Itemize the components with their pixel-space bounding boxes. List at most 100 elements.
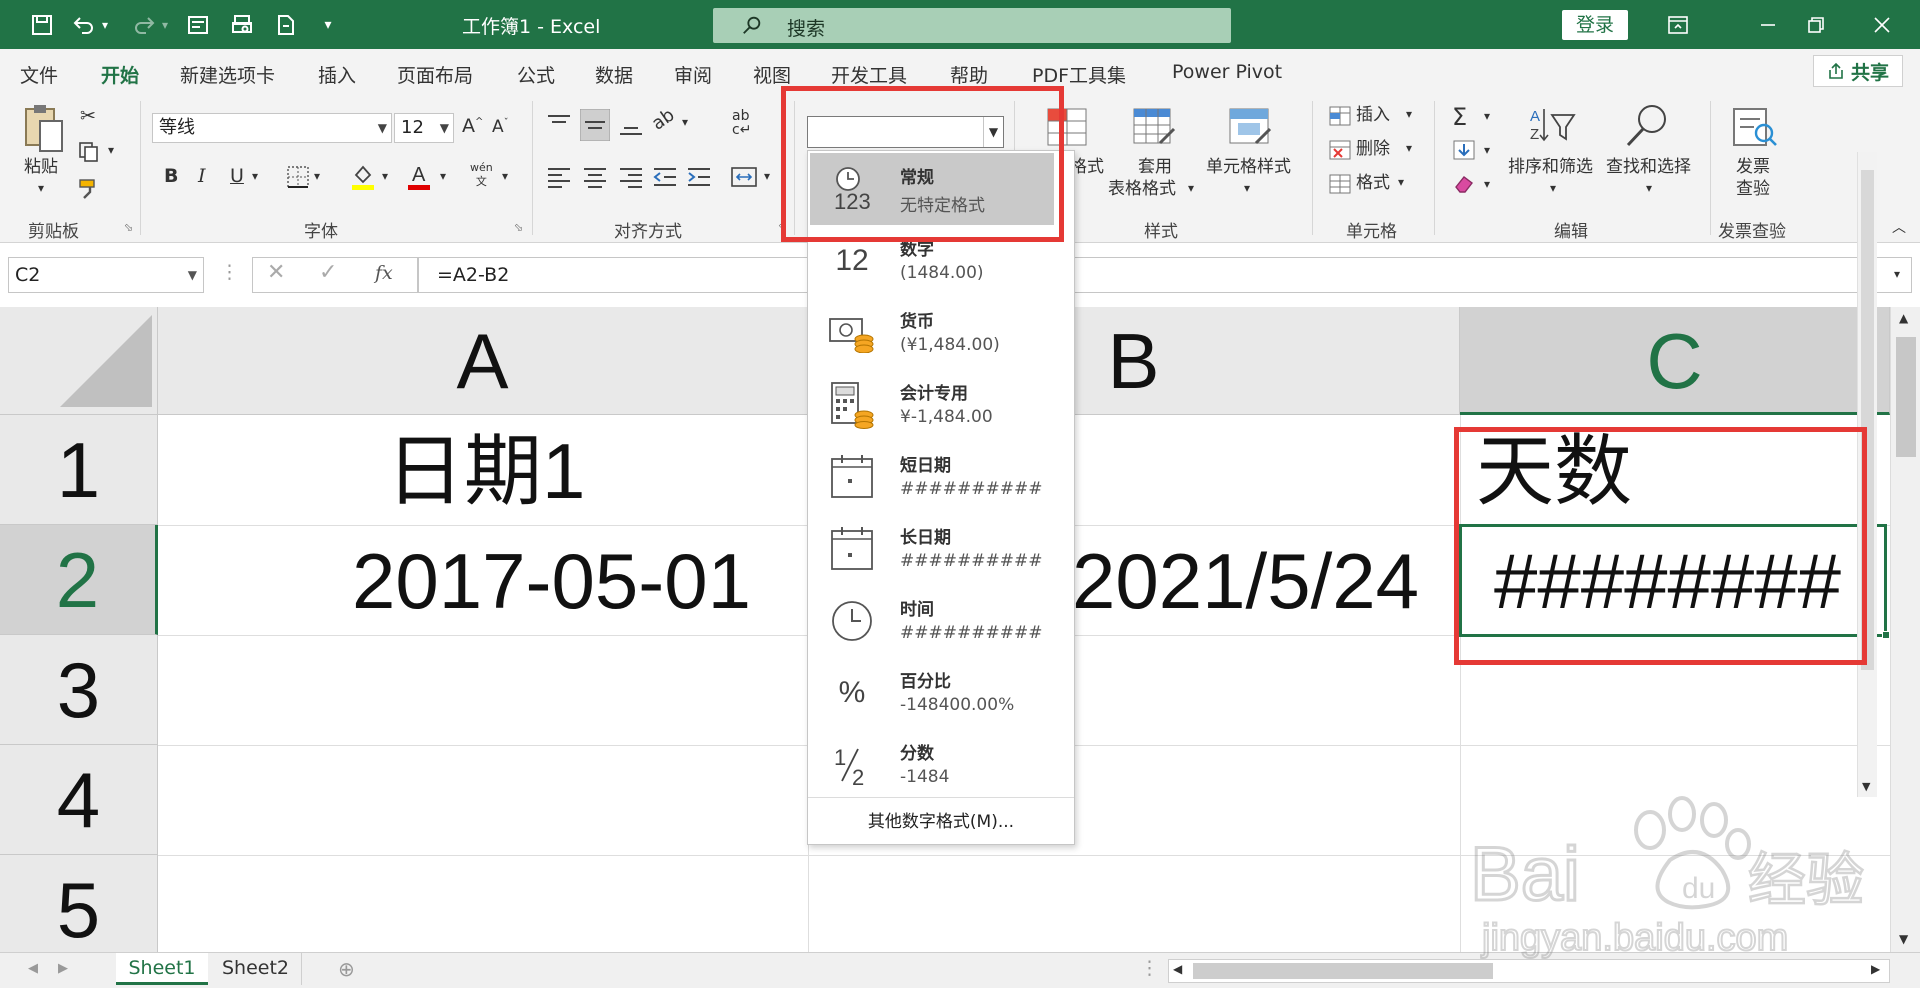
tab-developer[interactable]: 开发工具 — [831, 61, 907, 88]
borders-icon[interactable] — [286, 165, 310, 189]
bottom-align-icon[interactable] — [618, 113, 644, 137]
customize-qat-icon[interactable]: ▾ — [312, 10, 344, 40]
tab-pdf-tools[interactable]: PDF工具集 — [1032, 61, 1126, 88]
fill-dropdown-icon[interactable]: ▾ — [1484, 143, 1490, 157]
horizontal-scroll-thumb[interactable] — [1193, 963, 1493, 979]
tab-insert[interactable]: 插入 — [318, 61, 356, 88]
italic-button[interactable]: I — [198, 165, 206, 187]
find-select-icon[interactable] — [1624, 103, 1670, 147]
fill-down-icon[interactable] — [1452, 139, 1476, 161]
number-format-long-date[interactable]: 长日期 ########## — [810, 513, 1054, 585]
cell-styles-button[interactable]: 单元格样式 — [1206, 157, 1291, 178]
format-as-table-line1[interactable]: 套用 — [1138, 157, 1172, 178]
wrap-text-icon[interactable]: ab c↵ — [732, 109, 751, 137]
autosum-dropdown-icon[interactable]: ▾ — [1484, 109, 1490, 123]
merge-dropdown-icon[interactable]: ▾ — [764, 169, 770, 183]
borders-dropdown-icon[interactable]: ▾ — [314, 169, 320, 183]
ribbon-display-options-icon[interactable] — [1656, 8, 1700, 42]
find-select-button[interactable]: 查找和选择 — [1606, 157, 1691, 178]
orientation-icon[interactable]: ab — [648, 104, 678, 134]
select-all-corner[interactable] — [0, 307, 158, 415]
row-header-3[interactable]: 3 — [0, 635, 158, 745]
underline-dropdown-icon[interactable]: ▾ — [252, 169, 258, 183]
insert-cells-button[interactable]: 插入 — [1356, 105, 1390, 126]
align-left-icon[interactable] — [546, 165, 572, 189]
cell-b2[interactable]: 2021/5/24 — [1072, 527, 1419, 635]
number-format-currency[interactable]: 货币 (¥1,484.00) — [810, 297, 1054, 369]
format-dropdown-icon[interactable]: ▾ — [1398, 175, 1404, 190]
middle-align-icon[interactable] — [580, 109, 610, 141]
delete-cells-icon[interactable] — [1328, 139, 1352, 161]
new-document-icon[interactable] — [270, 10, 302, 40]
orientation-dropdown-icon[interactable]: ▾ — [682, 115, 688, 129]
paste-dropdown-icon[interactable]: ▾ — [38, 181, 44, 196]
delete-dropdown-icon[interactable]: ▾ — [1406, 141, 1412, 156]
column-header-c[interactable]: C — [1460, 307, 1890, 415]
format-as-table-line2[interactable]: 表格格式 — [1108, 179, 1176, 200]
vertical-scroll-thumb[interactable] — [1896, 337, 1916, 457]
sort-filter-button[interactable]: 排序和筛选 — [1508, 157, 1593, 178]
increase-indent-icon[interactable] — [686, 165, 712, 189]
share-button[interactable]: 共享 — [1813, 55, 1903, 87]
cell-a1[interactable]: 日期1 — [386, 417, 585, 525]
save-icon[interactable] — [26, 10, 58, 40]
scroll-down-icon[interactable]: ▼ — [1899, 932, 1908, 946]
insert-function-icon[interactable]: fx — [375, 262, 393, 284]
font-color-dropdown-icon[interactable]: ▾ — [440, 169, 446, 183]
format-painter-icon[interactable] — [78, 177, 102, 201]
copy-dropdown-icon[interactable]: ▾ — [108, 143, 114, 157]
column-header-a[interactable]: A — [158, 307, 808, 415]
redo-dropdown-icon[interactable]: ▾ — [158, 10, 172, 40]
phonetic-dropdown-icon[interactable]: ▾ — [502, 169, 508, 183]
bold-button[interactable]: B — [164, 165, 178, 187]
align-center-icon[interactable] — [582, 165, 608, 189]
undo-icon[interactable] — [68, 10, 100, 40]
sheet-tab-sheet2[interactable]: Sheet2 — [210, 953, 302, 985]
format-cells-icon[interactable] — [1328, 173, 1352, 195]
row-header-1[interactable]: 1 — [0, 415, 158, 525]
row-header-5[interactable]: 5 — [0, 855, 158, 952]
horizontal-scrollbar[interactable]: ◀ ▶ — [1168, 959, 1890, 983]
autosum-icon[interactable]: Σ — [1452, 103, 1467, 131]
invoice-check-icon[interactable] — [1730, 105, 1778, 149]
insert-dropdown-icon[interactable]: ▾ — [1406, 107, 1412, 122]
collapse-ribbon-icon[interactable]: ︿ — [1892, 217, 1906, 237]
tab-view[interactable]: 视图 — [753, 61, 791, 88]
tab-review[interactable]: 审阅 — [674, 61, 712, 88]
search-box[interactable]: 搜索 — [713, 8, 1231, 43]
format-as-table-icon[interactable] — [1132, 107, 1176, 147]
undo-dropdown-icon[interactable]: ▾ — [98, 10, 112, 40]
invoice-check-line1[interactable]: 发票 — [1736, 157, 1770, 178]
restore-icon[interactable] — [1794, 8, 1838, 42]
conditional-formatting-label[interactable]: 格式 — [1070, 157, 1104, 178]
tab-data[interactable]: 数据 — [595, 61, 633, 88]
tab-home[interactable]: 开始 — [101, 61, 140, 96]
form-icon[interactable] — [182, 10, 214, 40]
minimize-icon[interactable] — [1746, 8, 1790, 42]
invoice-check-line2[interactable]: 查验 — [1736, 179, 1770, 200]
scroll-up-icon[interactable]: ▲ — [1899, 311, 1908, 325]
cell-styles-dropdown-icon[interactable]: ▾ — [1244, 181, 1250, 196]
expand-formula-bar-icon[interactable]: ▾ — [1894, 267, 1900, 281]
tab-help[interactable]: 帮助 — [950, 61, 988, 88]
fill-color-icon[interactable] — [350, 161, 376, 191]
clear-dropdown-icon[interactable]: ▾ — [1484, 177, 1490, 191]
formula-input[interactable]: =A2-B2 — [418, 257, 1912, 293]
align-right-icon[interactable] — [618, 165, 644, 189]
decrease-font-size-icon[interactable]: Aˇ — [492, 117, 509, 137]
paste-icon[interactable] — [22, 103, 66, 155]
tab-file[interactable]: 文件 — [20, 61, 58, 88]
merge-center-icon[interactable] — [730, 165, 758, 189]
copy-icon[interactable] — [78, 141, 100, 163]
tab-formulas[interactable]: 公式 — [517, 61, 555, 88]
number-format-time[interactable]: 时间 ########## — [810, 585, 1054, 657]
find-select-dropdown-icon[interactable]: ▾ — [1646, 181, 1652, 196]
login-button[interactable]: 登录 — [1562, 10, 1628, 40]
font-size-combo[interactable]: 12 ▼ — [394, 113, 454, 143]
font-launcher-icon[interactable]: ⬂ — [514, 221, 523, 234]
delete-cells-button[interactable]: 删除 — [1356, 139, 1390, 160]
tab-new-tab[interactable]: 新建选项卡 — [180, 61, 275, 88]
name-box[interactable]: C2 ▼ — [8, 257, 204, 293]
top-align-icon[interactable] — [546, 113, 572, 137]
row-header-4[interactable]: 4 — [0, 745, 158, 855]
